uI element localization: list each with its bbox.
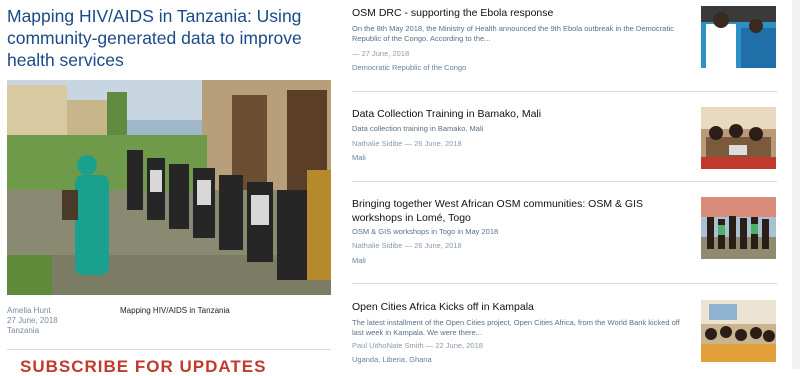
featured-meta: Amelia Hunt 27 June, 2018 Tanzania	[7, 306, 58, 336]
featured-caption: Mapping HIV/AIDS in Tanzania	[120, 306, 230, 315]
featured-date: 27 June, 2018	[7, 316, 58, 325]
scrollbar[interactable]	[792, 0, 800, 369]
news-byline: Paul UithoNate Smith — 22 June, 2018	[352, 341, 483, 350]
divider	[352, 91, 777, 92]
news-title[interactable]: Open Cities Africa Kicks off in Kampala	[352, 300, 682, 314]
featured-photo[interactable]	[7, 80, 331, 295]
news-place[interactable]: Mali	[352, 153, 366, 163]
news-place[interactable]: Mali	[352, 256, 366, 266]
news-thumbnail[interactable]	[701, 197, 776, 259]
news-place[interactable]: Democratic Republic of the Congo	[352, 63, 466, 73]
divider	[7, 349, 331, 350]
news-thumbnail[interactable]	[701, 300, 776, 362]
featured-title[interactable]: Mapping HIV/AIDS in Tanzania: Using comm…	[7, 5, 325, 71]
news-title[interactable]: Data Collection Training in Bamako, Mali	[352, 107, 682, 121]
news-excerpt: On the 8th May 2018, the Ministry of Hea…	[352, 24, 674, 43]
news-byline: Nathalie Sidibe — 26 June, 2018	[352, 139, 462, 148]
featured-location[interactable]: Tanzania	[7, 326, 58, 336]
subscribe-heading[interactable]: SUBSCRIBE FOR UPDATES	[20, 358, 266, 375]
news-byline: — 27 June, 2018	[352, 49, 410, 58]
featured-author[interactable]: Amelia Hunt	[7, 306, 58, 316]
news-title[interactable]: OSM DRC - supporting the Ebola response	[352, 6, 682, 20]
news-byline: Nathalie Sidibe — 26 June, 2018	[352, 241, 462, 250]
news-thumbnail[interactable]	[701, 6, 776, 68]
featured-story: Mapping HIV/AIDS in Tanzania: Using comm…	[0, 0, 340, 375]
news-place[interactable]: Uganda, Liberia, Ghana	[352, 355, 432, 365]
news-excerpt: Data collection training in Bamako, Mali	[352, 124, 484, 133]
news-excerpt: The latest installment of the Open Citie…	[352, 318, 680, 337]
divider	[352, 181, 777, 182]
news-title[interactable]: Bringing together West African OSM commu…	[352, 197, 682, 225]
divider	[352, 283, 777, 284]
news-excerpt: OSM & GIS workshops in Togo in May 2018	[352, 227, 499, 236]
news-thumbnail[interactable]	[701, 107, 776, 169]
